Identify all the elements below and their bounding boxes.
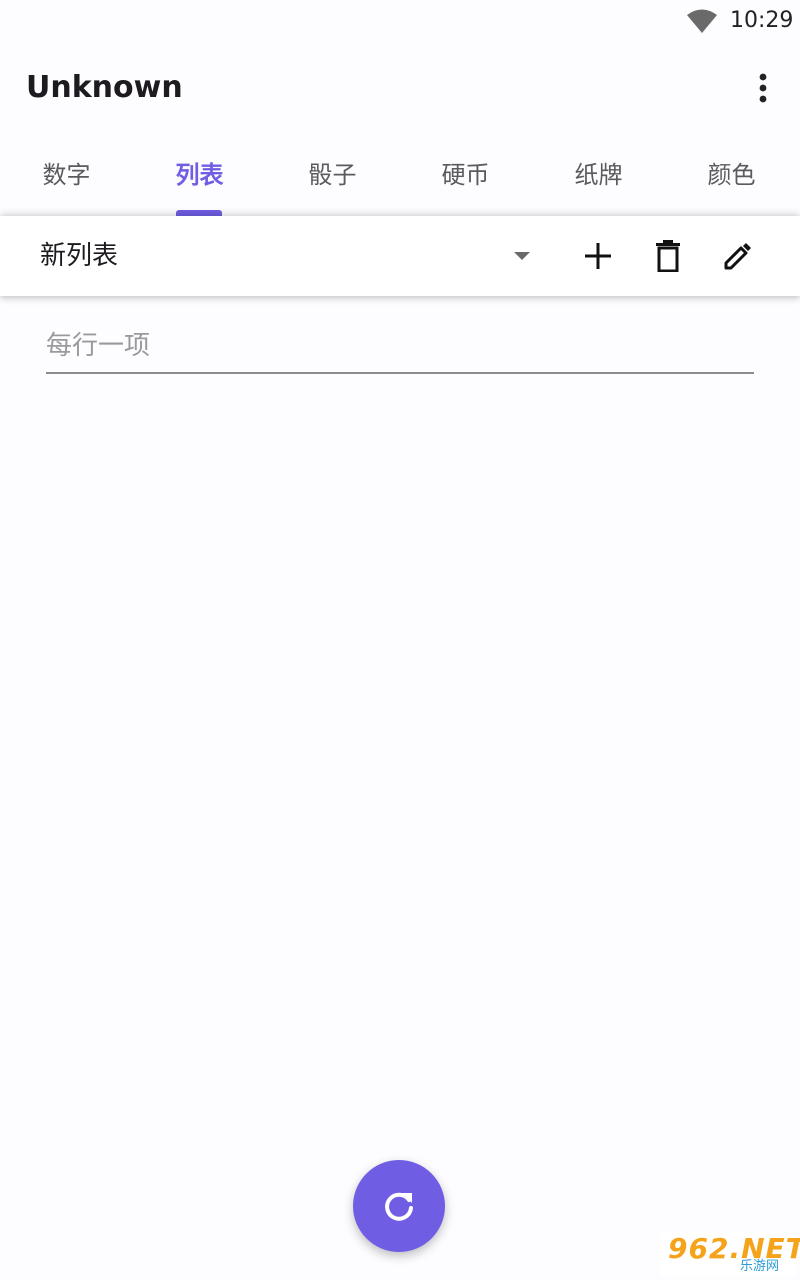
tab-coin[interactable]: 硬币 — [399, 130, 532, 216]
list-selector-dropdown[interactable]: 新列表 — [0, 216, 550, 296]
list-toolbar: 新列表 — [0, 216, 800, 296]
app-title: Unknown — [26, 70, 183, 105]
trash-icon — [656, 240, 680, 272]
arrow-drop-down-icon — [514, 252, 530, 260]
watermark-subtext: 乐游网 — [740, 1259, 780, 1274]
delete-list-button[interactable] — [646, 234, 690, 278]
pencil-icon — [724, 243, 751, 270]
items-input[interactable] — [46, 320, 754, 374]
add-list-button[interactable] — [576, 234, 620, 278]
refresh-icon — [385, 1192, 413, 1221]
tab-list[interactable]: 列表 — [133, 130, 266, 216]
edit-list-button[interactable] — [716, 234, 760, 278]
status-time: 10:29 — [730, 8, 794, 33]
tab-cards[interactable]: 纸牌 — [532, 130, 665, 216]
more-options-button[interactable] — [741, 66, 785, 110]
tab-color[interactable]: 颜色 — [665, 130, 798, 216]
plus-icon — [585, 243, 611, 269]
wifi-icon — [687, 9, 717, 33]
refresh-fab[interactable] — [353, 1160, 445, 1252]
tab-dice[interactable]: 骰子 — [266, 130, 399, 216]
more-vert-icon — [759, 73, 767, 103]
tab-number[interactable]: 数字 — [0, 130, 133, 216]
watermark-logo: 962.NET 乐游网 — [660, 1232, 800, 1276]
selected-list-label: 新列表 — [40, 241, 119, 271]
watermark-text: 962.NET — [668, 1232, 800, 1265]
tab-bar: 数字 列表 骰子 硬币 纸牌 颜色 — [0, 130, 800, 216]
status-bar: 10:29 — [0, 0, 800, 48]
app-bar: Unknown — [0, 48, 800, 130]
